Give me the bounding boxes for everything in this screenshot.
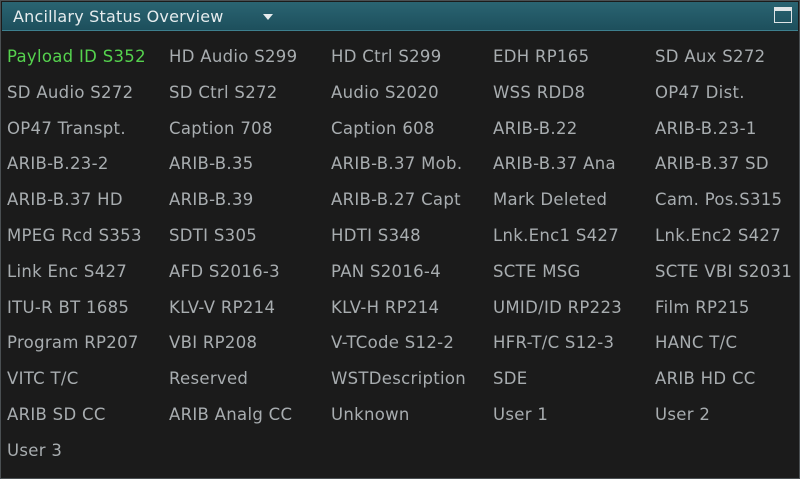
status-item: Reserved	[169, 369, 249, 389]
status-item: ARIB-B.39	[169, 190, 254, 210]
status-item: Cam. Pos.S315	[655, 190, 783, 210]
status-item: ARIB-B.23-1	[655, 118, 757, 138]
status-item: VBI RP208	[169, 333, 258, 353]
status-item: Audio S2020	[331, 82, 439, 102]
status-item: Unknown	[331, 405, 410, 424]
status-item: KLV-V RP214	[169, 297, 276, 317]
status-item: Payload ID S352	[7, 47, 146, 66]
status-item: HANC T/C	[655, 333, 738, 353]
maximize-icon[interactable]	[774, 7, 792, 23]
status-item: ARIB SD CC	[7, 405, 106, 424]
status-item: ARIB HD CC	[655, 369, 756, 389]
status-grid: Payload ID S352 HD Audio S299 HD Ctrl S299…	[2, 39, 799, 476]
status-item: Link Enc S427	[7, 261, 128, 281]
status-item: SCTE MSG	[493, 261, 581, 281]
status-item: OP47 Transpt.	[7, 118, 126, 138]
status-item: ARIB-B.27 Capt	[331, 190, 461, 210]
status-item: SDE	[493, 369, 528, 389]
status-item: ARIB-B.37 HD	[7, 190, 123, 210]
status-item: PAN S2016-4	[331, 261, 441, 281]
status-item: HFR-T/C S12-3	[493, 333, 615, 353]
status-item: Film RP215	[655, 297, 750, 317]
status-item: HDTI S348	[331, 226, 421, 245]
status-item: UMID/ID RP223	[493, 297, 623, 317]
status-item: HD Ctrl S299	[331, 47, 442, 66]
status-item: ARIB-B.37 Mob.	[331, 154, 463, 174]
status-item: SD Audio S272	[7, 82, 134, 102]
status-item: User 2	[655, 405, 711, 424]
status-item: V-TCode S12-2	[331, 333, 455, 353]
status-item: ARIB-B.37 SD	[655, 154, 769, 174]
status-item: MPEG Rcd S353	[7, 226, 142, 245]
status-item: Caption 708	[169, 118, 273, 138]
status-item: Lnk.Enc1 S427	[493, 226, 620, 245]
status-item: Program RP207	[7, 333, 139, 353]
status-item: User 3	[7, 440, 63, 460]
status-item: Lnk.Enc2 S427	[655, 226, 782, 245]
status-item: ARIB-B.22	[493, 118, 578, 138]
status-item: EDH RP165	[493, 47, 590, 66]
status-item: ARIB-B.37 Ana	[493, 154, 616, 174]
status-item: WSS RDD8	[493, 82, 586, 102]
status-item: ARIB Analg CC	[169, 405, 293, 424]
status-item: KLV-H RP214	[331, 297, 440, 317]
status-item: OP47 Dist.	[655, 82, 745, 102]
status-item: HD Audio S299	[169, 47, 298, 66]
title-bar: Ancillary Status Overview	[2, 2, 798, 31]
ancillary-status-panel: Ancillary Status Overview Payload ID S35…	[0, 0, 800, 479]
window-title: Ancillary Status Overview	[13, 7, 224, 26]
status-item: ARIB-B.35	[169, 154, 254, 174]
status-item: SDTI S305	[169, 226, 258, 245]
status-item: SD Aux S272	[655, 47, 766, 66]
status-item: SCTE VBI S2031	[655, 261, 793, 281]
status-item: ITU-R BT 1685	[7, 297, 130, 317]
status-item: Mark Deleted	[493, 190, 608, 210]
dropdown-arrow-icon[interactable]	[263, 14, 273, 20]
status-item: VITC T/C	[7, 369, 79, 389]
status-item: WSTDescription	[331, 369, 467, 389]
status-item: User 1	[493, 405, 549, 424]
status-item: ARIB-B.23-2	[7, 154, 109, 174]
status-item: SD Ctrl S272	[169, 82, 278, 102]
status-item: AFD S2016-3	[169, 261, 280, 281]
status-item: Caption 608	[331, 118, 435, 138]
